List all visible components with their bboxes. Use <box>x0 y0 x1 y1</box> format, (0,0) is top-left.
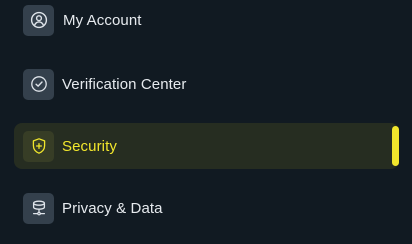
sidebar-item-label: Privacy & Data <box>62 199 163 217</box>
sidebar-item-verification-center[interactable]: Verification Center <box>14 61 399 107</box>
sidebar-item-my-account[interactable]: My Account <box>14 0 399 43</box>
sidebar-item-security[interactable]: Security <box>14 123 399 169</box>
check-circle-icon <box>23 68 54 100</box>
shield-plus-icon <box>23 130 54 162</box>
database-icon <box>23 192 54 224</box>
settings-sidebar-menu: My Account Verification Center Security <box>0 0 412 244</box>
user-circle-icon <box>23 4 54 36</box>
sidebar-item-privacy-data[interactable]: Privacy & Data <box>14 185 399 231</box>
sidebar-item-label: My Account <box>63 11 142 29</box>
sidebar-item-label: Verification Center <box>62 75 187 93</box>
active-indicator <box>392 126 399 166</box>
sidebar-item-label: Security <box>62 137 117 155</box>
